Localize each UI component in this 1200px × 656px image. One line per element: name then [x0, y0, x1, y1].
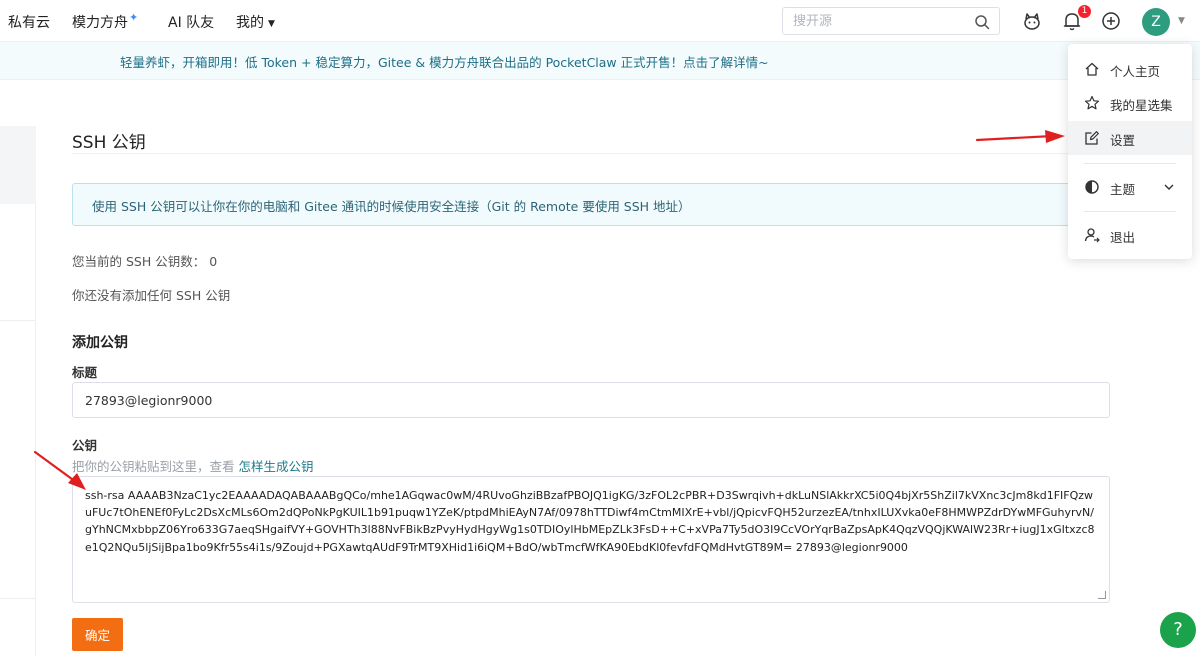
key-count-label: 您当前的 SSH 公钥数： [72, 254, 206, 269]
title-input[interactable] [72, 382, 1110, 418]
user-dropdown-menu: 个人主页 我的星选集 设置 主题 退出 [1068, 44, 1192, 259]
empty-state-text: 你还没有添加任何 SSH 公钥 [72, 288, 231, 303]
chevron-down-icon [1164, 184, 1174, 190]
announcement-text[interactable]: 轻量养虾，开箱即用！低 Token + 稳定算力，Gitee & 模力方舟联合出… [120, 52, 769, 71]
logout-user-icon [1084, 228, 1100, 243]
menu-item-settings[interactable]: 设置 [1068, 121, 1192, 155]
public-key-value[interactable]: ssh-rsa AAAAB3NzaC1yc2EAAAADAQABAAABgQCo… [85, 487, 1097, 556]
annotation-arrow-settings [975, 130, 1065, 143]
menu-item-profile[interactable]: 个人主页 [1068, 52, 1192, 86]
page-title: SSH 公钥 [72, 133, 146, 153]
search-icon[interactable] [974, 14, 990, 30]
annotation-arrow-key [33, 450, 86, 490]
brand-link[interactable]: 私有云 [8, 12, 50, 32]
avatar[interactable]: Z [1142, 8, 1170, 36]
home-icon [1085, 62, 1099, 76]
star-icon [1084, 95, 1100, 110]
caret-down-icon: ▼ [268, 19, 275, 29]
resize-grip-icon[interactable] [1098, 591, 1106, 599]
nav-item-label: 我的 [236, 15, 264, 31]
notification-badge: 1 [1078, 5, 1091, 18]
add-icon[interactable] [1100, 10, 1122, 32]
info-box: 使用 SSH 公钥可以让你在你的电脑和 Gitee 通讯的时候使用安全连接（Gi… [72, 183, 1112, 226]
menu-item-label: 个人主页 [1110, 64, 1161, 79]
nav-item-mine[interactable]: 我的 ▼ [236, 12, 275, 32]
key-count-value: 0 [209, 254, 218, 269]
help-button[interactable]: ? [1160, 612, 1196, 648]
sparkle-icon: ✦ [129, 11, 139, 24]
info-text: 使用 SSH 公钥可以让你在你的电脑和 Gitee 通讯的时候使用安全连接（Gi… [92, 199, 691, 214]
top-navbar: 私有云 模力方舟✦ AI 队友 我的 ▼ 1 Z ▼ [0, 0, 1200, 42]
title-divider [72, 153, 1112, 154]
nav-item-label: 模力方舟 [72, 15, 128, 31]
caret-down-icon[interactable]: ▼ [1178, 16, 1185, 26]
menu-item-theme[interactable]: 主题 [1068, 170, 1192, 204]
key-count: 您当前的 SSH 公钥数： 0 [72, 251, 217, 270]
sidebar-divider [0, 320, 36, 321]
sidebar-divider [0, 598, 36, 599]
menu-item-star-collections[interactable]: 我的星选集 [1068, 86, 1192, 120]
menu-item-label: 我的星选集 [1110, 98, 1173, 113]
how-to-generate-link[interactable]: 怎样生成公钥 [238, 459, 313, 474]
search-input[interactable] [783, 8, 963, 34]
add-key-heading: 添加公钥 [72, 335, 128, 351]
public-key-textarea[interactable]: ssh-rsa AAAAB3NzaC1yc2EAAAADAQABAAABgQCo… [72, 476, 1110, 603]
sidebar-active-block[interactable] [0, 126, 36, 204]
menu-item-label: 主题 [1110, 182, 1136, 197]
edit-icon [1085, 131, 1099, 145]
key-hint-text: 把你的公钥粘贴到这里，查看 [72, 459, 239, 474]
menu-divider [1084, 163, 1176, 164]
key-hint: 把你的公钥粘贴到这里，查看 怎样生成公钥 [72, 456, 314, 475]
theme-icon [1085, 180, 1099, 194]
settings-sidebar [0, 126, 36, 656]
search-box [782, 7, 1000, 35]
mascot-icon[interactable] [1021, 10, 1043, 32]
menu-divider [1084, 211, 1176, 212]
confirm-button[interactable]: 确定 [72, 618, 123, 651]
menu-item-label: 退出 [1110, 230, 1136, 245]
announcement-bar[interactable]: 轻量养虾，开箱即用！低 Token + 稳定算力，Gitee & 模力方舟联合出… [0, 42, 1200, 80]
nav-item-ai-teammate[interactable]: AI 队友 [168, 12, 214, 32]
title-field-label: 标题 [72, 365, 98, 380]
nav-item-moli[interactable]: 模力方舟✦ [72, 11, 139, 32]
menu-item-label: 设置 [1110, 133, 1136, 148]
menu-item-logout[interactable]: 退出 [1068, 218, 1192, 252]
